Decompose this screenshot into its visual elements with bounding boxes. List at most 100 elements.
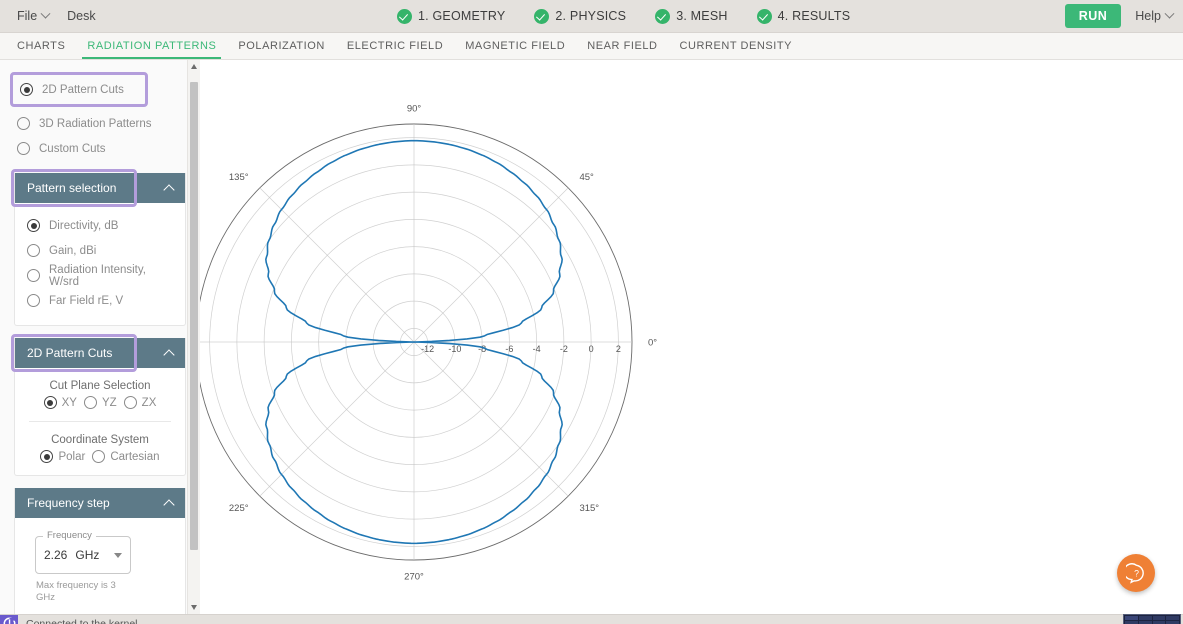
mode-option-custom-cuts-label: Custom Cuts bbox=[39, 142, 106, 155]
coordinate-option-polar[interactable]: Polar bbox=[40, 450, 85, 463]
cut-plane-label: Cut Plane Selection bbox=[49, 380, 151, 392]
help-menu-label: Help bbox=[1135, 9, 1161, 23]
pattern-option-directivity[interactable]: Directivity, dB bbox=[27, 213, 173, 238]
sidebar-scrollbar[interactable] bbox=[187, 60, 200, 614]
svg-text:90°: 90° bbox=[407, 104, 422, 115]
frequency-step-panel: Frequency step Frequency 2.26 GHz Max fr… bbox=[14, 488, 186, 614]
frequency-step-header[interactable]: Frequency step bbox=[15, 488, 185, 518]
menu-item-file-label: File bbox=[17, 9, 38, 23]
coordinate-system-label: Coordinate System bbox=[51, 434, 149, 446]
svg-text:0: 0 bbox=[589, 344, 594, 354]
coordinate-option-cartesian[interactable]: Cartesian bbox=[92, 450, 160, 463]
top-menu-bar: File Desk 1. GEOMETRY 2. PHYSICS 3. MESH… bbox=[0, 0, 1183, 33]
svg-text:-12: -12 bbox=[421, 344, 434, 354]
pattern-option-radiation-intensity[interactable]: Radiation Intensity, W/srd bbox=[27, 263, 173, 288]
help-fab-button[interactable]: ? bbox=[1117, 554, 1155, 592]
chevron-down-icon bbox=[1164, 8, 1175, 19]
tab-electric-field[interactable]: ELECTRIC FIELD bbox=[336, 33, 454, 59]
check-circle-icon bbox=[397, 8, 412, 24]
mode-option-custom-cuts[interactable]: Custom Cuts bbox=[17, 136, 186, 161]
polar-radiation-pattern-chart: 0°45°90°135°180°225°270°315°-12-10-8-6-4… bbox=[200, 104, 657, 583]
pattern-selection-header[interactable]: Pattern selection bbox=[11, 169, 185, 207]
frequency-step-title: Frequency step bbox=[27, 496, 110, 510]
radio-icon bbox=[27, 294, 40, 307]
svg-text:?: ? bbox=[1134, 568, 1139, 578]
top-right-actions: RUN Help bbox=[1064, 0, 1175, 32]
chevron-up-icon bbox=[163, 498, 175, 511]
status-text: Connected to the kernel bbox=[26, 617, 138, 624]
pattern-option-far-field-label: Far Field rE, V bbox=[49, 294, 124, 307]
cut-plane-option-xy[interactable]: XY bbox=[43, 396, 77, 409]
cut-plane-option-zx[interactable]: ZX bbox=[123, 396, 157, 409]
workflow-step-geometry[interactable]: 1. GEOMETRY bbox=[397, 8, 506, 24]
svg-text:2: 2 bbox=[616, 344, 621, 354]
cut-plane-option-xy-label: XY bbox=[61, 396, 77, 409]
workflow-step-mesh[interactable]: 3. MESH bbox=[655, 8, 727, 24]
chevron-up-icon bbox=[163, 348, 175, 361]
pattern-option-gain[interactable]: Gain, dBi bbox=[27, 238, 173, 263]
mode-option-3d-radiation-patterns[interactable]: 3D Radiation Patterns bbox=[17, 111, 186, 136]
check-circle-icon bbox=[756, 8, 772, 24]
radio-icon bbox=[20, 83, 33, 96]
polar-plot-area: 0°45°90°135°180°225°270°315°-12-10-8-6-4… bbox=[200, 60, 1183, 614]
pattern-option-directivity-label: Directivity, dB bbox=[49, 219, 119, 232]
svg-text:-10: -10 bbox=[448, 344, 461, 354]
pattern-cuts-title: 2D Pattern Cuts bbox=[27, 346, 113, 360]
workflow-step-physics-label: 2. PHYSICS bbox=[555, 9, 627, 23]
svg-text:270°: 270° bbox=[404, 572, 424, 583]
radio-icon bbox=[123, 396, 137, 409]
pattern-selection-title: Pattern selection bbox=[27, 181, 117, 195]
check-circle-icon bbox=[534, 8, 550, 24]
radio-icon bbox=[40, 450, 54, 463]
tab-polarization[interactable]: POLARIZATION bbox=[227, 33, 335, 59]
chevron-down-icon[interactable] bbox=[114, 552, 122, 558]
radio-icon bbox=[43, 396, 57, 409]
frequency-field-legend: Frequency bbox=[43, 530, 96, 541]
check-circle-icon bbox=[655, 8, 671, 24]
run-button[interactable]: RUN bbox=[1064, 4, 1122, 28]
mode-option-2d-pattern-cuts[interactable]: 2D Pattern Cuts bbox=[20, 77, 139, 102]
workflow-step-physics[interactable]: 2. PHYSICS bbox=[534, 8, 627, 24]
tab-magnetic-field[interactable]: MAGNETIC FIELD bbox=[454, 33, 576, 59]
help-menu[interactable]: Help bbox=[1135, 8, 1175, 23]
results-tab-bar: CHARTS RADIATION PATTERNS POLARIZATION E… bbox=[0, 33, 1183, 60]
frequency-field[interactable]: Frequency 2.26 GHz bbox=[35, 530, 131, 574]
minimized-panel-widget[interactable] bbox=[1123, 614, 1181, 624]
tab-charts[interactable]: CHARTS bbox=[6, 33, 76, 59]
mode-option-2d-pattern-cuts-highlight: 2D Pattern Cuts bbox=[10, 72, 148, 107]
svg-text:45°: 45° bbox=[579, 172, 594, 183]
svg-text:315°: 315° bbox=[579, 503, 599, 514]
cut-plane-radio-group: XY YZ ZX bbox=[27, 396, 173, 409]
svg-text:225°: 225° bbox=[229, 503, 249, 514]
pattern-selection-panel: Pattern selection Directivity, dB Gain, … bbox=[11, 169, 186, 326]
cut-plane-option-yz[interactable]: YZ bbox=[83, 396, 117, 409]
cut-plane-option-yz-label: YZ bbox=[101, 396, 117, 409]
frequency-value: 2.26 bbox=[44, 548, 68, 562]
pattern-option-gain-label: Gain, dBi bbox=[49, 244, 97, 257]
svg-text:-4: -4 bbox=[533, 344, 541, 354]
pattern-selection-body: Directivity, dB Gain, dBi Radiation Inte… bbox=[15, 203, 185, 325]
menu-item-file[interactable]: File bbox=[8, 0, 58, 32]
divider bbox=[29, 421, 171, 422]
frequency-step-body: Frequency 2.26 GHz Max frequency is 3 GH… bbox=[15, 518, 185, 614]
mode-option-2d-pattern-cuts-label: 2D Pattern Cuts bbox=[42, 83, 124, 96]
pattern-cuts-header[interactable]: 2D Pattern Cuts bbox=[11, 334, 185, 372]
tab-near-field[interactable]: NEAR FIELD bbox=[576, 33, 668, 59]
workflow-step-results[interactable]: 4. RESULTS bbox=[756, 8, 851, 24]
scroll-up-arrow-icon[interactable] bbox=[188, 60, 200, 73]
menu-item-desk[interactable]: Desk bbox=[58, 0, 104, 32]
scrollbar-thumb[interactable] bbox=[190, 82, 198, 550]
scroll-down-arrow-icon[interactable] bbox=[188, 601, 200, 614]
mode-option-3d-radiation-patterns-label: 3D Radiation Patterns bbox=[39, 117, 152, 130]
workflow-step-results-label: 4. RESULTS bbox=[777, 9, 851, 23]
chevron-up-icon bbox=[163, 183, 175, 196]
workflow-step-geometry-label: 1. GEOMETRY bbox=[418, 9, 506, 23]
pattern-option-radiation-intensity-label: Radiation Intensity, W/srd bbox=[49, 263, 146, 288]
pattern-option-far-field[interactable]: Far Field rE, V bbox=[27, 288, 173, 313]
radio-icon bbox=[17, 142, 30, 155]
tab-radiation-patterns[interactable]: RADIATION PATTERNS bbox=[76, 33, 227, 59]
menu-item-desk-label: Desk bbox=[67, 9, 96, 23]
tab-current-density[interactable]: CURRENT DENSITY bbox=[669, 33, 804, 59]
cut-plane-option-zx-label: ZX bbox=[141, 396, 157, 409]
radio-icon bbox=[27, 244, 40, 257]
